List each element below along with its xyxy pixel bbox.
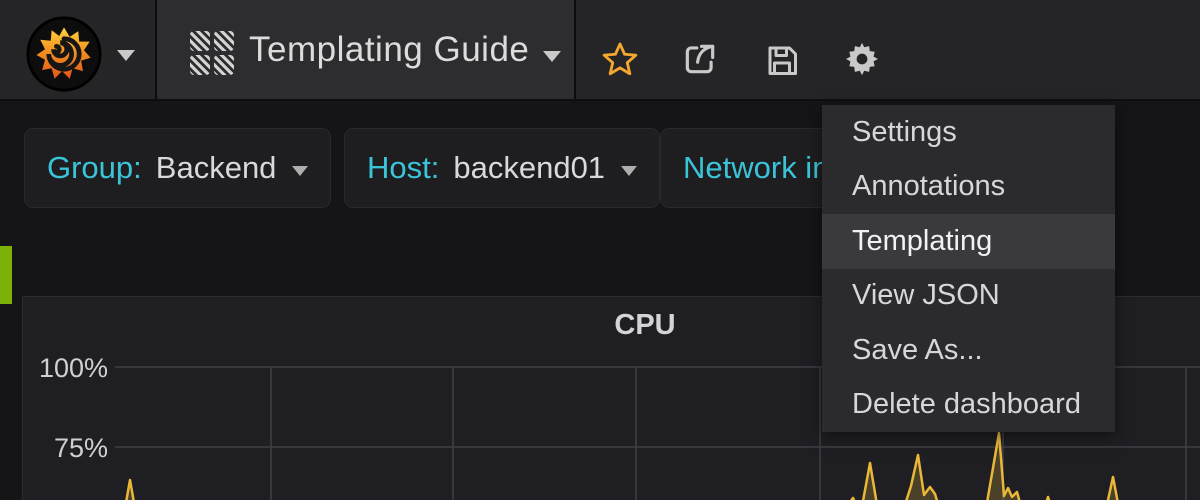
menu-item-settings[interactable]: Settings (822, 105, 1115, 160)
menu-item-save-as[interactable]: Save As... (822, 323, 1115, 378)
star-icon[interactable] (601, 40, 639, 83)
variable-label: Network in (683, 150, 829, 186)
variable-dropdown-host[interactable]: Host: backend01 (344, 128, 660, 208)
settings-dropdown-menu: Settings Annotations Templating View JSO… (822, 105, 1115, 432)
divider (155, 0, 157, 99)
menu-item-view-json[interactable]: View JSON (822, 269, 1115, 324)
gear-icon[interactable] (843, 40, 881, 83)
row-indicator-bar[interactable] (0, 246, 12, 304)
dashboard-title[interactable]: Templating Guide (249, 0, 529, 99)
title-caret-down-icon[interactable] (543, 51, 561, 62)
logo-dropdown-caret-icon[interactable] (117, 50, 135, 61)
menu-item-templating[interactable]: Templating (822, 214, 1115, 269)
menu-item-annotations[interactable]: Annotations (822, 160, 1115, 215)
menu-item-delete-dashboard[interactable]: Delete dashboard (822, 378, 1115, 433)
chevron-down-icon (292, 166, 308, 176)
variable-dropdown-group[interactable]: Group: Backend (24, 128, 331, 208)
grafana-logo[interactable] (26, 16, 102, 92)
variable-label: Group: (47, 150, 142, 186)
chevron-down-icon (621, 166, 637, 176)
y-axis-tick-100: 100% (30, 353, 108, 384)
variable-value: backend01 (453, 150, 605, 186)
variable-label: Host: (367, 150, 439, 186)
divider (574, 0, 576, 99)
share-icon[interactable] (681, 40, 719, 83)
y-axis-tick-75: 75% (30, 433, 108, 464)
grafana-dashboard: CPU 100% 75% Group: Backend Host: backen… (0, 0, 1200, 500)
variable-value: Backend (156, 150, 277, 186)
dashboard-grid-icon (190, 31, 234, 75)
save-icon[interactable] (764, 42, 800, 83)
top-navbar: Templating Guide (0, 0, 1200, 101)
